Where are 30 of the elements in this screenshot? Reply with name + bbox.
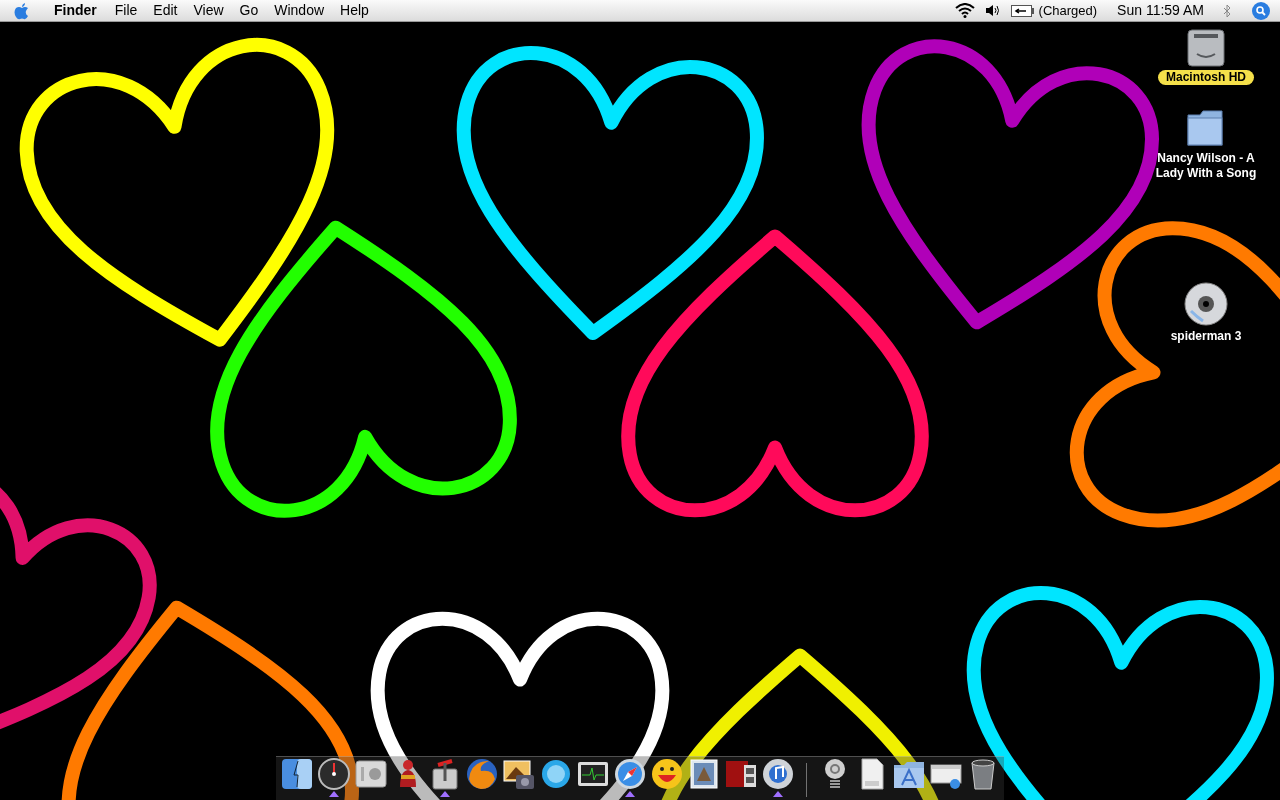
volume-icon[interactable]	[984, 4, 1001, 17]
globe-icon[interactable]	[465, 757, 499, 791]
search-button[interactable]	[1252, 1, 1270, 20]
menu-item[interactable]: View	[185, 0, 232, 21]
smiley-icon[interactable]	[650, 757, 684, 791]
apple-icon[interactable]	[14, 1, 30, 20]
bluetooth-icon[interactable]	[1222, 3, 1232, 18]
hard-drive-icon	[1185, 28, 1227, 68]
desktop-icon-label[interactable]: Macintosh HD	[1158, 70, 1254, 85]
menu-item[interactable]: Go	[231, 0, 267, 21]
battery-status: (Charged)	[1038, 1, 1098, 20]
switch-panel-icon[interactable]	[354, 757, 388, 791]
app-menu[interactable]: Finder	[44, 0, 107, 21]
menu-item[interactable]: Help	[332, 0, 377, 21]
desktop-icon-label[interactable]: spiderman 3	[1162, 329, 1250, 344]
photo-camera-icon[interactable]	[502, 757, 536, 791]
wifi-icon[interactable]	[954, 3, 975, 18]
menu-item[interactable]: File	[106, 0, 146, 21]
menu-item[interactable]: Window	[266, 0, 333, 21]
gauge-icon[interactable]	[317, 757, 351, 791]
dock-separator	[806, 763, 807, 797]
compass-icon[interactable]	[613, 757, 647, 791]
stamp-icon[interactable]	[687, 757, 721, 791]
menu-clock[interactable]: Sun 11:59 AM	[1117, 0, 1204, 21]
battery-icon[interactable]	[1010, 4, 1035, 17]
music-disc-icon[interactable]	[761, 757, 795, 791]
menu-item[interactable]: Edit	[145, 0, 186, 21]
search-icon[interactable]	[1256, 5, 1266, 16]
disc-icon	[1183, 281, 1229, 327]
desktop-icon-label[interactable]: Nancy Wilson - A Lady With a Song	[1146, 151, 1266, 181]
